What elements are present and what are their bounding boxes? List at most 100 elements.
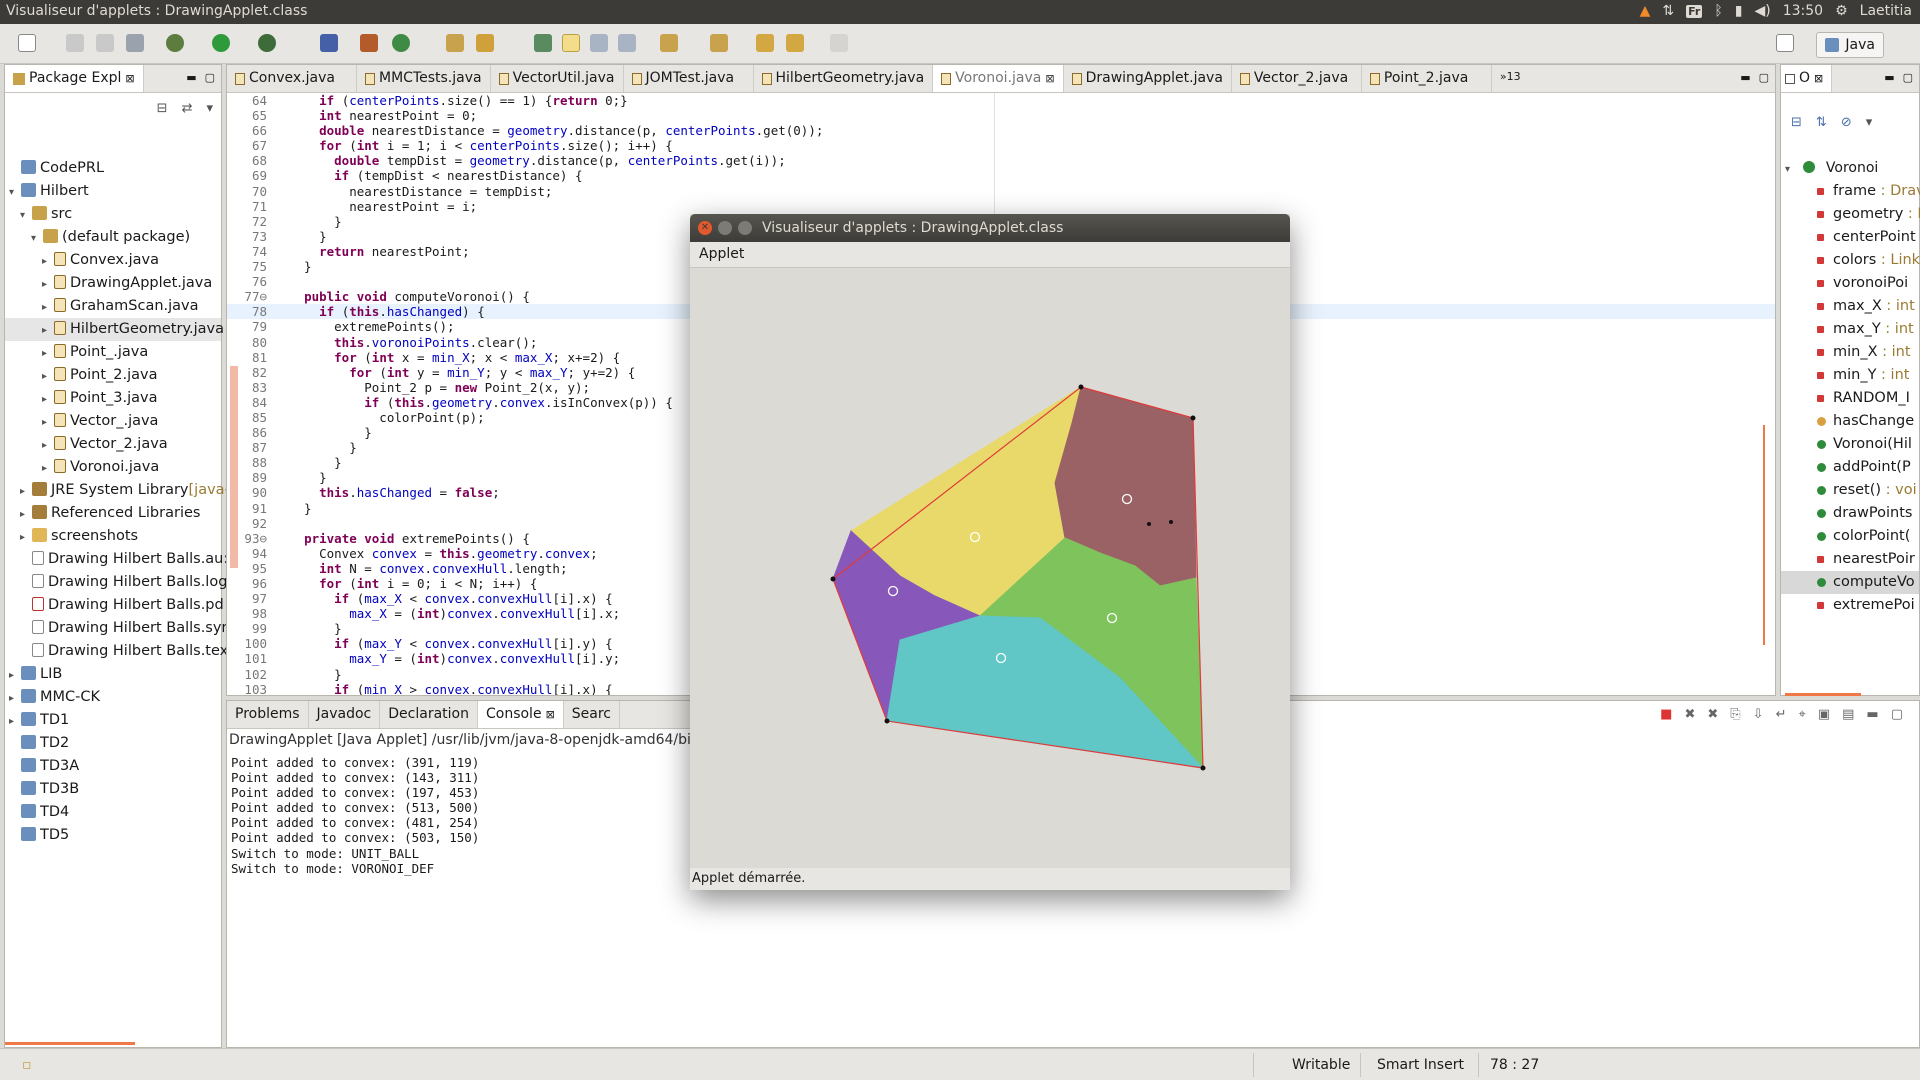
maximize-icon[interactable]: ▢: [1759, 71, 1769, 84]
view-menu-icon[interactable]: ▾: [1866, 115, 1873, 130]
remove-all-icon[interactable]: ✖: [1707, 707, 1718, 722]
outline-member[interactable]: frame : Drav: [1781, 180, 1920, 203]
expand-arrow-icon[interactable]: ▸: [42, 365, 54, 388]
new-class-icon[interactable]: [392, 34, 410, 52]
console-tab[interactable]: Declaration: [380, 701, 478, 728]
code-line[interactable]: 66 double nearestDistance = geometry.dis…: [227, 123, 1775, 138]
collapse-all-icon[interactable]: ⊟: [1791, 115, 1802, 130]
applet-menu[interactable]: Applet: [699, 246, 744, 262]
minimize-icon[interactable]: ▬: [1866, 707, 1878, 722]
tree-item[interactable]: TD4: [5, 801, 221, 824]
tree-item[interactable]: ▸ HilbertGeometry.java: [5, 318, 224, 342]
maximize-icon[interactable]: ▢: [1903, 71, 1913, 84]
user-name[interactable]: Laetitia: [1860, 3, 1912, 19]
tree-item[interactable]: CodePRL: [5, 157, 221, 180]
tree-item[interactable]: TD3B: [5, 778, 221, 801]
tab-outline[interactable]: O ⊠: [1781, 65, 1833, 92]
outline-member[interactable]: addPoint(P: [1781, 456, 1919, 479]
console-tab[interactable]: Javadoc: [309, 701, 381, 728]
tree-item[interactable]: ▸ Point_.java: [5, 341, 221, 364]
copy-icon[interactable]: ⎘: [1730, 707, 1740, 722]
block-selection-icon[interactable]: [590, 34, 608, 52]
code-line[interactable]: 71 nearestPoint = i;: [227, 199, 1775, 214]
tree-item[interactable]: ▸ Point_3.java: [5, 387, 221, 410]
volume-icon[interactable]: ◀): [1755, 3, 1771, 19]
expand-arrow-icon[interactable]: ▸: [42, 434, 54, 457]
expand-arrow-icon[interactable]: ▸: [42, 250, 54, 273]
new-icon[interactable]: [18, 34, 36, 52]
editor-scroll-accent[interactable]: [1763, 425, 1765, 645]
maximize-window-icon[interactable]: [738, 221, 752, 235]
tab-overflow[interactable]: »13: [1492, 65, 1529, 92]
code-line[interactable]: 68 double tempDist = geometry.distance(p…: [227, 153, 1775, 168]
toggle-annotation-icon[interactable]: [534, 34, 552, 52]
console-tab[interactable]: Searc: [564, 701, 621, 728]
applet-canvas[interactable]: [690, 268, 1290, 868]
outline-member[interactable]: Voronoi(Hil: [1781, 433, 1919, 456]
tree-item[interactable]: ▸ screenshots: [5, 525, 221, 548]
word-wrap-icon[interactable]: ↵: [1776, 707, 1787, 722]
close-icon[interactable]: ⊠: [1045, 72, 1054, 92]
tree-item[interactable]: Drawing Hilbert Balls.au:: [5, 548, 228, 571]
expand-arrow-icon[interactable]: ▸: [42, 296, 54, 319]
voronoi-diagram[interactable]: [690, 268, 1290, 868]
pin-icon[interactable]: ⌖: [1798, 707, 1805, 722]
debug-icon[interactable]: [166, 34, 184, 52]
tree-item[interactable]: ▾ Hilbert: [5, 180, 221, 203]
close-icon[interactable]: ⊠: [546, 708, 555, 728]
editor-tab[interactable]: MMCTests.java: [357, 65, 491, 92]
minimize-icon[interactable]: ▬: [1740, 71, 1750, 84]
tree-item[interactable]: Drawing Hilbert Balls.pd: [5, 594, 224, 617]
expand-arrow-icon[interactable]: ▾: [20, 204, 32, 227]
tree-item[interactable]: ▸ GrahamScan.java: [5, 295, 221, 318]
code-line[interactable]: 64 if (centerPoints.size() == 1) {return…: [227, 93, 1775, 108]
expand-arrow-icon[interactable]: ▸: [42, 273, 54, 296]
minimize-window-icon[interactable]: [718, 221, 732, 235]
console-tab[interactable]: Console ⊠: [477, 701, 564, 728]
tree-item[interactable]: TD2: [5, 732, 221, 755]
tree-item[interactable]: ▸ Convex.java: [5, 249, 221, 272]
previous-annotation-icon[interactable]: [710, 34, 728, 52]
expand-arrow-icon[interactable]: ▸: [20, 526, 32, 549]
outline-member[interactable]: colors : Link: [1781, 249, 1920, 272]
outline-member[interactable]: min_X : int: [1781, 341, 1919, 364]
link-with-editor-icon[interactable]: ⇄: [182, 101, 193, 116]
expand-arrow-icon[interactable]: ▸: [20, 480, 32, 503]
tree-item[interactable]: ▸ TD1: [5, 709, 221, 732]
editor-tab[interactable]: HilbertGeometry.java: [754, 65, 934, 92]
expand-arrow-icon[interactable]: ▸: [9, 664, 21, 687]
settings-gear-icon[interactable]: ⚙: [1835, 3, 1848, 19]
expand-arrow-icon[interactable]: ▸: [42, 319, 54, 342]
sort-icon[interactable]: ⇅: [1816, 115, 1827, 130]
outline-root[interactable]: ▾ Voronoi: [1781, 157, 1919, 180]
save-icon[interactable]: [66, 34, 84, 52]
java-perspective-button[interactable]: Java: [1816, 32, 1884, 58]
tree-item[interactable]: ▸ DrawingApplet.java: [5, 272, 221, 295]
expand-arrow-icon[interactable]: ▸: [20, 503, 32, 526]
tree-item[interactable]: ▸ Vector_.java: [5, 410, 221, 433]
bluetooth-icon[interactable]: ᛒ: [1714, 3, 1722, 19]
expand-arrow-icon[interactable]: ▾: [31, 227, 43, 250]
outline-member[interactable]: colorPoint(: [1781, 525, 1919, 548]
editor-tab[interactable]: JOMTest.java: [624, 65, 754, 92]
console-tab[interactable]: Problems: [227, 701, 309, 728]
tree-item[interactable]: ▸ LIB: [5, 663, 221, 686]
tree-item[interactable]: ▾ src: [5, 203, 221, 226]
tree-item[interactable]: ▸ Vector_2.java: [5, 433, 221, 456]
clock[interactable]: 13:50: [1783, 3, 1823, 19]
outline-member[interactable]: geometry : I: [1781, 203, 1920, 226]
expand-arrow-icon[interactable]: ▸: [42, 388, 54, 411]
editor-tab[interactable]: DrawingApplet.java: [1064, 65, 1232, 92]
print-icon[interactable]: [126, 34, 144, 52]
tree-item[interactable]: ▸ Voronoi.java: [5, 456, 221, 479]
close-icon[interactable]: ⊠: [1814, 72, 1823, 92]
view-menu-icon[interactable]: ▾: [206, 101, 213, 116]
remove-launch-icon[interactable]: ✖: [1684, 707, 1695, 722]
next-annotation-icon[interactable]: [660, 34, 678, 52]
expand-arrow-icon[interactable]: ▸: [42, 342, 54, 365]
new-java-package-icon[interactable]: [360, 34, 378, 52]
tree-item[interactable]: TD5: [5, 824, 221, 847]
network-icon[interactable]: ⇅: [1662, 3, 1674, 19]
editor-tab[interactable]: Vector_2.java: [1232, 65, 1362, 92]
outline-member[interactable]: voronoiPoi: [1781, 272, 1919, 295]
